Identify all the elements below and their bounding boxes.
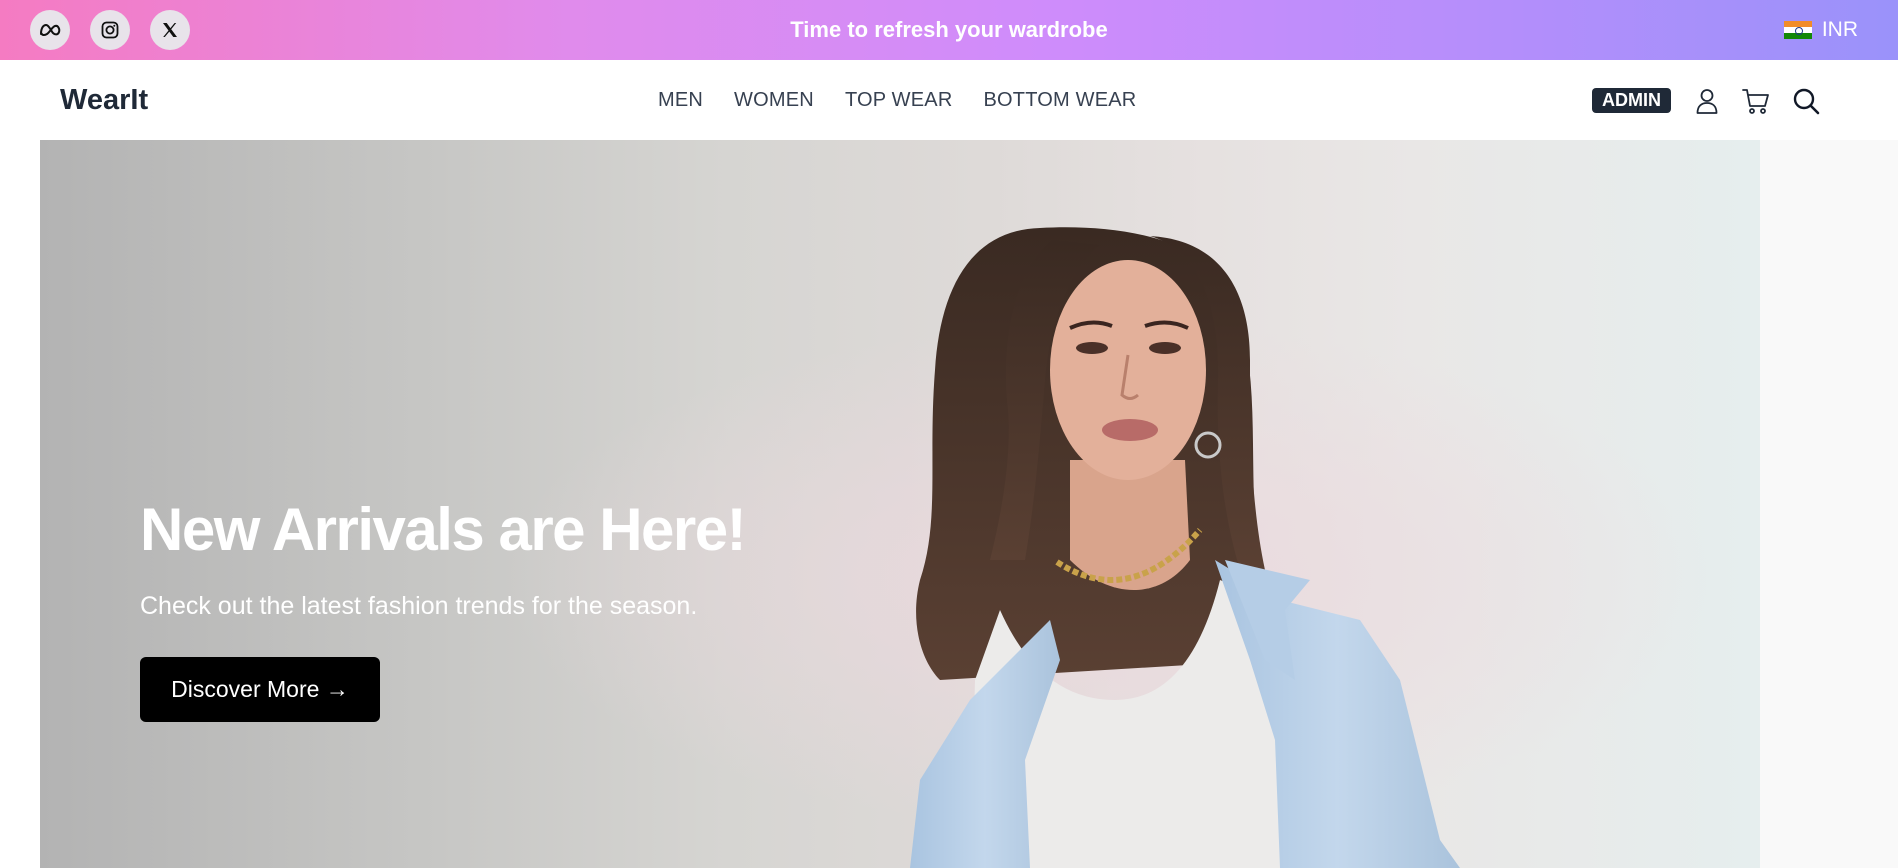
search-icon[interactable] — [1791, 86, 1821, 116]
hero-headline: New Arrivals are Here! — [140, 496, 747, 563]
discover-more-button[interactable]: Discover More → — [140, 657, 380, 722]
hero-banner: New Arrivals are Here! Check out the lat… — [40, 140, 1760, 868]
nav-link-top-wear[interactable]: TOP WEAR — [845, 89, 953, 112]
nav-link-women[interactable]: WOMEN — [734, 89, 814, 112]
currency-selector[interactable]: INR — [1783, 0, 1858, 60]
cart-icon[interactable] — [1741, 86, 1771, 116]
hero-subheadline: Check out the latest fashion trends for … — [140, 592, 698, 620]
promo-text: Time to refresh your wardrobe — [790, 17, 1108, 42]
x-icon[interactable] — [150, 10, 190, 50]
nav-link-bottom-wear[interactable]: BOTTOM WEAR — [984, 89, 1137, 112]
currency-code: INR — [1821, 18, 1858, 41]
instagram-icon[interactable] — [90, 10, 130, 50]
admin-button[interactable]: ADMIN — [1592, 88, 1671, 113]
nav-menu: MEN WOMEN TOP WEAR BOTTOM WEAR — [658, 60, 1136, 140]
india-flag-icon — [1783, 20, 1812, 40]
promo-bar: Time to refresh your wardrobe INR — [0, 0, 1898, 60]
user-icon[interactable] — [1692, 86, 1722, 116]
meta-icon[interactable] — [30, 10, 70, 50]
site-logo[interactable]: WearIt — [60, 60, 148, 140]
nav-link-men[interactable]: MEN — [658, 89, 703, 112]
hero-side-strip — [1760, 140, 1898, 868]
